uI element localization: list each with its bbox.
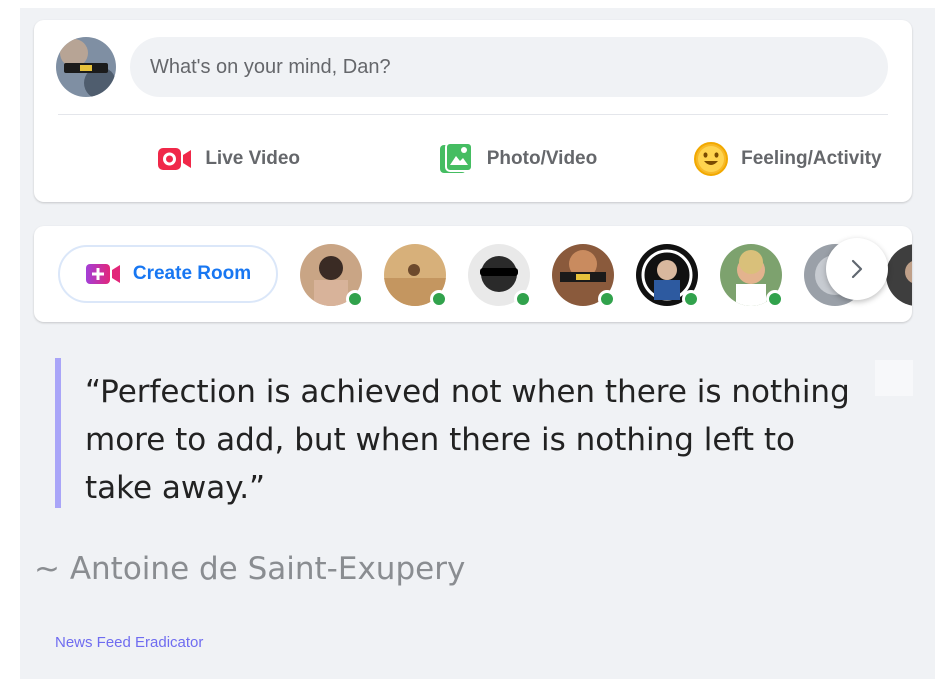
- photo-video-icon: [439, 142, 473, 173]
- online-indicator: [766, 290, 784, 308]
- online-indicator: [682, 290, 700, 308]
- news-feed-eradicator-link[interactable]: News Feed Eradicator: [55, 634, 203, 651]
- divider: [58, 114, 888, 115]
- feeling-activity-button[interactable]: Feeling/Activity: [643, 124, 912, 194]
- composer-actions: Live Video Photo/Video Feeling/Activity: [34, 124, 912, 194]
- photo-video-button[interactable]: Photo/Video: [353, 124, 642, 194]
- contact-avatar[interactable]: [384, 244, 448, 308]
- online-indicator: [430, 290, 448, 308]
- status-input[interactable]: What's on your mind, Dan?: [130, 37, 888, 97]
- post-composer: What's on your mind, Dan? Live Video Pho…: [34, 20, 912, 202]
- photo-video-label: Photo/Video: [486, 148, 598, 169]
- contact-avatar[interactable]: [886, 244, 912, 306]
- online-indicator: [514, 290, 532, 308]
- contact-avatar[interactable]: [552, 244, 616, 308]
- feeling-icon: [694, 142, 729, 176]
- quote-author: ~ Antoine de Saint-Exupery: [34, 551, 466, 587]
- rooms-next-button[interactable]: [826, 238, 888, 300]
- video-plus-icon: [85, 264, 120, 284]
- contact-avatar[interactable]: [636, 244, 700, 308]
- rooms-strip: Create Room: [34, 226, 912, 322]
- contact-avatar[interactable]: [300, 244, 364, 308]
- contact-avatar[interactable]: [720, 244, 784, 308]
- live-video-icon: [158, 148, 192, 170]
- live-video-button[interactable]: Live Video: [34, 124, 353, 194]
- quote-text: “Perfection is achieved not when there i…: [85, 374, 850, 506]
- create-room-button[interactable]: Create Room: [58, 245, 278, 303]
- contact-avatar[interactable]: [468, 244, 532, 308]
- user-avatar[interactable]: [56, 37, 116, 97]
- chevron-right-icon: [851, 259, 863, 279]
- online-indicator: [346, 290, 364, 308]
- quote-options[interactable]: [875, 360, 913, 396]
- feeling-activity-label: Feeling/Activity: [741, 148, 882, 169]
- live-video-label: Live Video: [205, 148, 300, 169]
- online-indicator: [598, 290, 616, 308]
- create-room-label: Create Room: [132, 263, 252, 284]
- quote-block: “Perfection is achieved not when there i…: [55, 358, 855, 508]
